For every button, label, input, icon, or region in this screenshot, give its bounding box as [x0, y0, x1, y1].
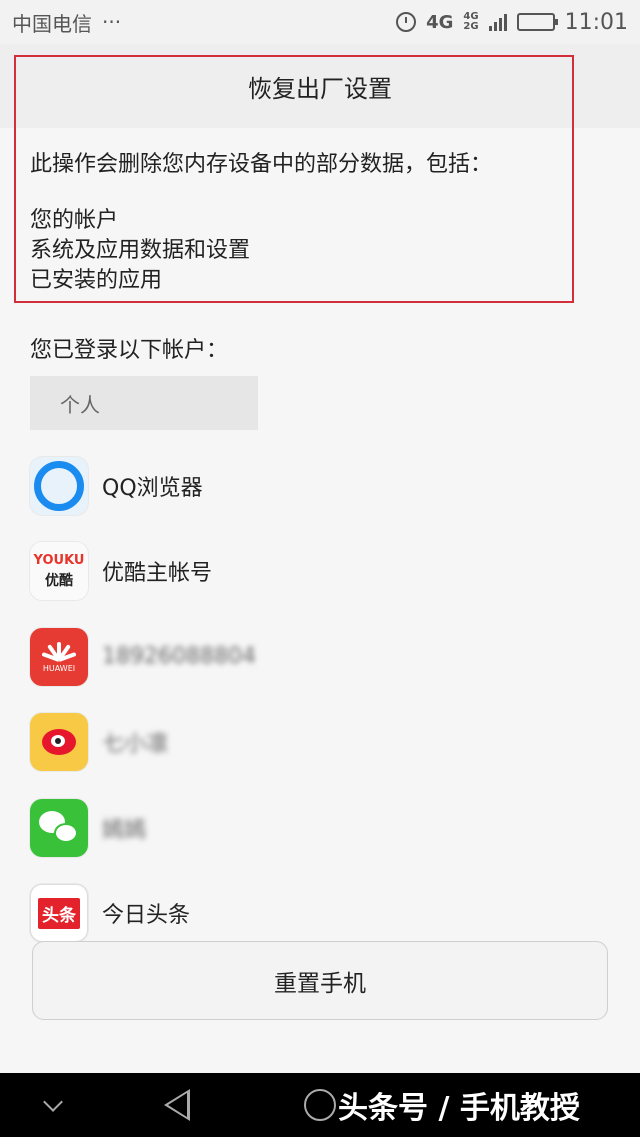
warning-item-accounts: 您的帐户 — [30, 208, 119, 233]
alarm-icon — [396, 12, 417, 32]
tab-personal[interactable]: 个人 — [30, 376, 258, 430]
youku-icon-subtext: 优酷 — [45, 572, 73, 589]
account-item-weibo: 七小凛 — [30, 700, 610, 786]
account-name: 嫣嫣 — [102, 817, 147, 843]
huawei-icon-text: HUAWEI — [42, 664, 76, 674]
carrier-label: 中国电信 — [12, 11, 92, 36]
wechat-icon — [30, 798, 88, 857]
home-icon[interactable] — [304, 1089, 336, 1121]
youku-icon: YOUKU 优酷 — [30, 542, 88, 601]
warning-intro: 此操作会删除您内存设备中的部分数据，包括： — [30, 152, 493, 177]
toutiao-icon-text: 头条 — [38, 897, 80, 929]
back-icon[interactable] — [164, 1089, 190, 1121]
warning-item-apps: 已安装的应用 — [30, 268, 163, 293]
page-title-bar: 恢复出厂设置 — [0, 44, 640, 128]
warning-info: 此操作会删除您内存设备中的部分数据，包括： 您的帐户 系统及应用数据和设置 已安… — [30, 150, 590, 296]
reset-phone-button[interactable]: 重置手机 — [32, 941, 608, 1020]
more-notifications-icon: ··· — [102, 10, 122, 34]
chevron-down-icon[interactable] — [43, 1092, 63, 1112]
network-2g-small: 2G — [463, 21, 479, 32]
network-4g-label: 4G — [426, 11, 454, 33]
warning-item-data: 系统及应用数据和设置 — [30, 238, 251, 263]
battery-icon — [516, 13, 558, 31]
signal-icon — [488, 13, 507, 31]
youku-icon-text: YOUKU — [33, 552, 85, 568]
toutiao-icon: 头条 — [30, 884, 88, 943]
tab-personal-label: 个人 — [60, 392, 100, 417]
account-name: 优酷主帐号 — [102, 561, 213, 587]
network-secondary-label: 4G 2G — [463, 12, 478, 32]
account-name: QQ浏览器 — [102, 475, 203, 501]
reset-phone-button-label: 重置手机 — [274, 970, 366, 997]
status-bar: 中国电信 ··· 4G 4G 2G 11:01 — [0, 0, 640, 44]
account-item-qq-browser: QQ浏览器 — [30, 443, 610, 529]
accounts-section-label: 您已登录以下帐户： — [30, 338, 229, 363]
qq-browser-icon — [30, 456, 88, 515]
navigation-bar: 头条号 / 手机教授 — [0, 1073, 640, 1137]
account-name: 今日头条 — [102, 903, 191, 929]
account-list: QQ浏览器 YOUKU 优酷 优酷主帐号 HUAWEI 18926088804 … — [30, 443, 610, 956]
account-item-youku: YOUKU 优酷 优酷主帐号 — [30, 529, 610, 615]
watermark: 头条号 / 手机教授 — [338, 1091, 580, 1126]
account-item-wechat: 嫣嫣 — [30, 785, 610, 871]
page-title: 恢复出厂设置 — [248, 74, 392, 103]
account-item-huawei: HUAWEI 18926088804 — [30, 614, 610, 700]
account-name: 七小凛 — [102, 732, 169, 758]
weibo-icon — [30, 713, 88, 772]
account-name: 18926088804 — [102, 644, 256, 670]
huawei-icon: HUAWEI — [30, 627, 88, 686]
clock: 11:01 — [564, 9, 628, 35]
